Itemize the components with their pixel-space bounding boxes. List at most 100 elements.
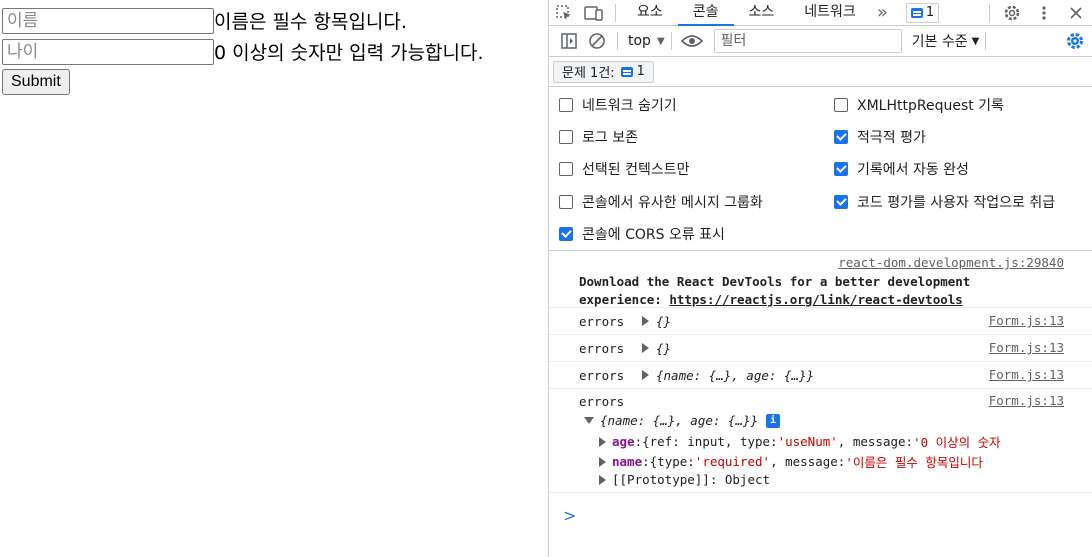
collapse-triangle-icon[interactable] <box>584 417 594 424</box>
context-selector[interactable]: top ▼ <box>628 33 665 49</box>
console-log-row: errors {} Form.js:13 <box>549 308 1092 335</box>
source-link[interactable]: Form.js:13 <box>989 340 1064 355</box>
checkbox-checked[interactable] <box>834 195 848 209</box>
property-key: name <box>612 454 643 469</box>
inspect-element-icon[interactable] <box>549 0 579 26</box>
colon: : <box>642 454 650 469</box>
filter-input[interactable] <box>713 29 902 53</box>
expand-triangle-icon[interactable] <box>642 343 649 353</box>
checkbox[interactable] <box>559 98 573 112</box>
kebab-menu-icon[interactable] <box>1028 0 1060 26</box>
setting-group-similar[interactable]: 콘솔에서 유사한 메시지 그룹화 <box>559 192 763 212</box>
expand-triangle-icon[interactable] <box>642 316 649 326</box>
setting-autocomplete-history[interactable]: 기록에서 자동 완성 <box>834 159 969 179</box>
expand-triangle-icon[interactable] <box>599 436 606 447</box>
property-prototype[interactable]: [[Prototype]]: Object <box>599 472 770 487</box>
setting-label: XMLHttpRequest 기록 <box>857 98 1004 114</box>
issues-badge[interactable]: 1 <box>905 2 940 23</box>
issues-row: 문제 1건: 1 <box>549 57 1092 87</box>
tab-console[interactable]: 콘솔 <box>677 0 734 26</box>
name-input[interactable] <box>2 7 214 34</box>
setting-show-cors-errors[interactable]: 콘솔에 CORS 오류 표시 <box>559 224 725 244</box>
log-level-selector[interactable]: 기본 수준 ▼ <box>912 31 980 51</box>
message-icon <box>620 66 633 77</box>
expand-triangle-icon[interactable] <box>599 474 606 485</box>
device-toolbar-icon[interactable] <box>579 0 609 26</box>
clear-console-icon[interactable] <box>583 29 611 53</box>
log-object[interactable]: {} <box>656 341 671 356</box>
sidebar-toggle-icon[interactable] <box>555 29 583 53</box>
expanded-object-header[interactable]: {name: {…}, age: {…}} i <box>584 413 781 428</box>
setting-label: 콘솔에 CORS 오류 표시 <box>582 227 725 243</box>
log-object: {name: {…}, age: {…}} <box>600 413 759 428</box>
message-icon <box>910 7 923 18</box>
issues-button[interactable]: 문제 1건: 1 <box>553 60 654 83</box>
property-name[interactable]: name: {type: 'required', message: '이름은 필… <box>599 452 983 471</box>
setting-preserve-log[interactable]: 로그 보존 <box>559 127 638 147</box>
toolbar-divider <box>617 32 618 50</box>
tab-sources[interactable]: 소스 <box>734 0 790 26</box>
name-type: 'required' <box>694 454 771 469</box>
source-link[interactable]: Form.js:13 <box>989 367 1064 382</box>
property-age[interactable]: age: {ref: input, type: 'useNum', messag… <box>599 432 1001 451</box>
setting-label: 로그 보존 <box>582 130 638 146</box>
gear-icon[interactable] <box>996 0 1028 26</box>
setting-hide-network[interactable]: 네트워크 숨기기 <box>559 95 677 115</box>
context-value: top <box>628 33 651 49</box>
expand-triangle-icon[interactable] <box>642 370 649 380</box>
checkbox[interactable] <box>834 98 848 112</box>
setting-label: 적극적 평가 <box>857 130 926 146</box>
checkbox-checked[interactable] <box>834 130 848 144</box>
checkbox[interactable] <box>559 195 573 209</box>
setting-eager-eval[interactable]: 적극적 평가 <box>834 127 926 147</box>
expand-triangle-icon[interactable] <box>599 456 606 467</box>
console-prompt-icon[interactable]: > <box>563 506 576 525</box>
checkbox-checked[interactable] <box>834 162 848 176</box>
setting-log-xhr[interactable]: XMLHttpRequest 기록 <box>834 95 1004 115</box>
log-object[interactable]: {} <box>656 314 671 329</box>
more-tabs-icon[interactable]: » <box>871 2 894 23</box>
colon: : <box>634 434 643 449</box>
age-type: 'useNum' <box>777 434 838 449</box>
console-log-row: errors {name: {…}, age: {…}} Form.js:13 <box>549 362 1092 389</box>
source-link[interactable]: react-dom.development.js:29840 <box>838 255 1064 270</box>
setting-selected-context-only[interactable]: 선택된 컨텍스트만 <box>559 159 690 179</box>
checkbox-checked[interactable] <box>559 227 573 241</box>
prototype-text: [[Prototype]]: Object <box>612 472 771 487</box>
name-message: '이름은 필수 항목입니다 <box>845 455 983 470</box>
age-input[interactable] <box>2 38 214 65</box>
source-link[interactable]: Form.js:13 <box>989 313 1064 328</box>
checkbox[interactable] <box>559 162 573 176</box>
console-settings-gear-icon[interactable] <box>1064 30 1086 52</box>
console-log-row: errors {} Form.js:13 <box>549 335 1092 362</box>
tab-elements[interactable]: 요소 <box>622 0 678 26</box>
console-toolbar: top ▼ 기본 수준 ▼ <box>549 26 1092 57</box>
log-label: errors <box>579 394 625 409</box>
eye-icon[interactable] <box>678 29 706 53</box>
toolbar-divider-2 <box>670 32 672 50</box>
setting-label: 콘솔에서 유사한 메시지 그룹화 <box>582 195 763 211</box>
tabbar-right <box>983 0 1092 26</box>
setting-treat-eval-as-user-action[interactable]: 코드 평가를 사용자 작업으로 취급 <box>834 192 1055 212</box>
checkbox[interactable] <box>559 130 573 144</box>
submit-button[interactable]: Submit <box>2 69 70 95</box>
age-message-key: , message: <box>837 434 914 449</box>
console-output: react-dom.development.js:29840 Download … <box>549 251 1092 493</box>
info-icon[interactable]: i <box>766 413 781 428</box>
console-log-row-expanded: errors Form.js:13 {name: {…}, age: {…}} … <box>549 389 1092 493</box>
log-label: errors <box>579 368 625 383</box>
console-settings-pane: 네트워크 숨기기 로그 보존 선택된 컨텍스트만 콘솔에서 유사한 메시지 그룹… <box>549 87 1092 251</box>
tab-network[interactable]: 네트워크 <box>789 0 871 26</box>
issues-count: 1 <box>636 64 645 79</box>
name-error-message: 이름은 필수 항목입니다. <box>214 11 407 33</box>
setting-label: 네트워크 숨기기 <box>582 98 677 114</box>
issues-badge-count: 1 <box>925 5 935 20</box>
source-link[interactable]: Form.js:13 <box>989 393 1064 408</box>
log-object[interactable]: {name: {…}, age: {…}} <box>656 368 814 383</box>
web-page: 이름은 필수 항목입니다. 0 이상의 숫자만 입력 가능합니다. Submit <box>0 0 548 557</box>
close-icon[interactable] <box>1060 0 1092 26</box>
chevron-down-icon: ▼ <box>971 35 980 47</box>
react-devtools-link[interactable]: https://reactjs.org/link/react-devtools <box>669 292 963 307</box>
setting-label: 기록에서 자동 완성 <box>857 162 969 178</box>
name-row: 이름은 필수 항목입니다. <box>2 7 407 34</box>
